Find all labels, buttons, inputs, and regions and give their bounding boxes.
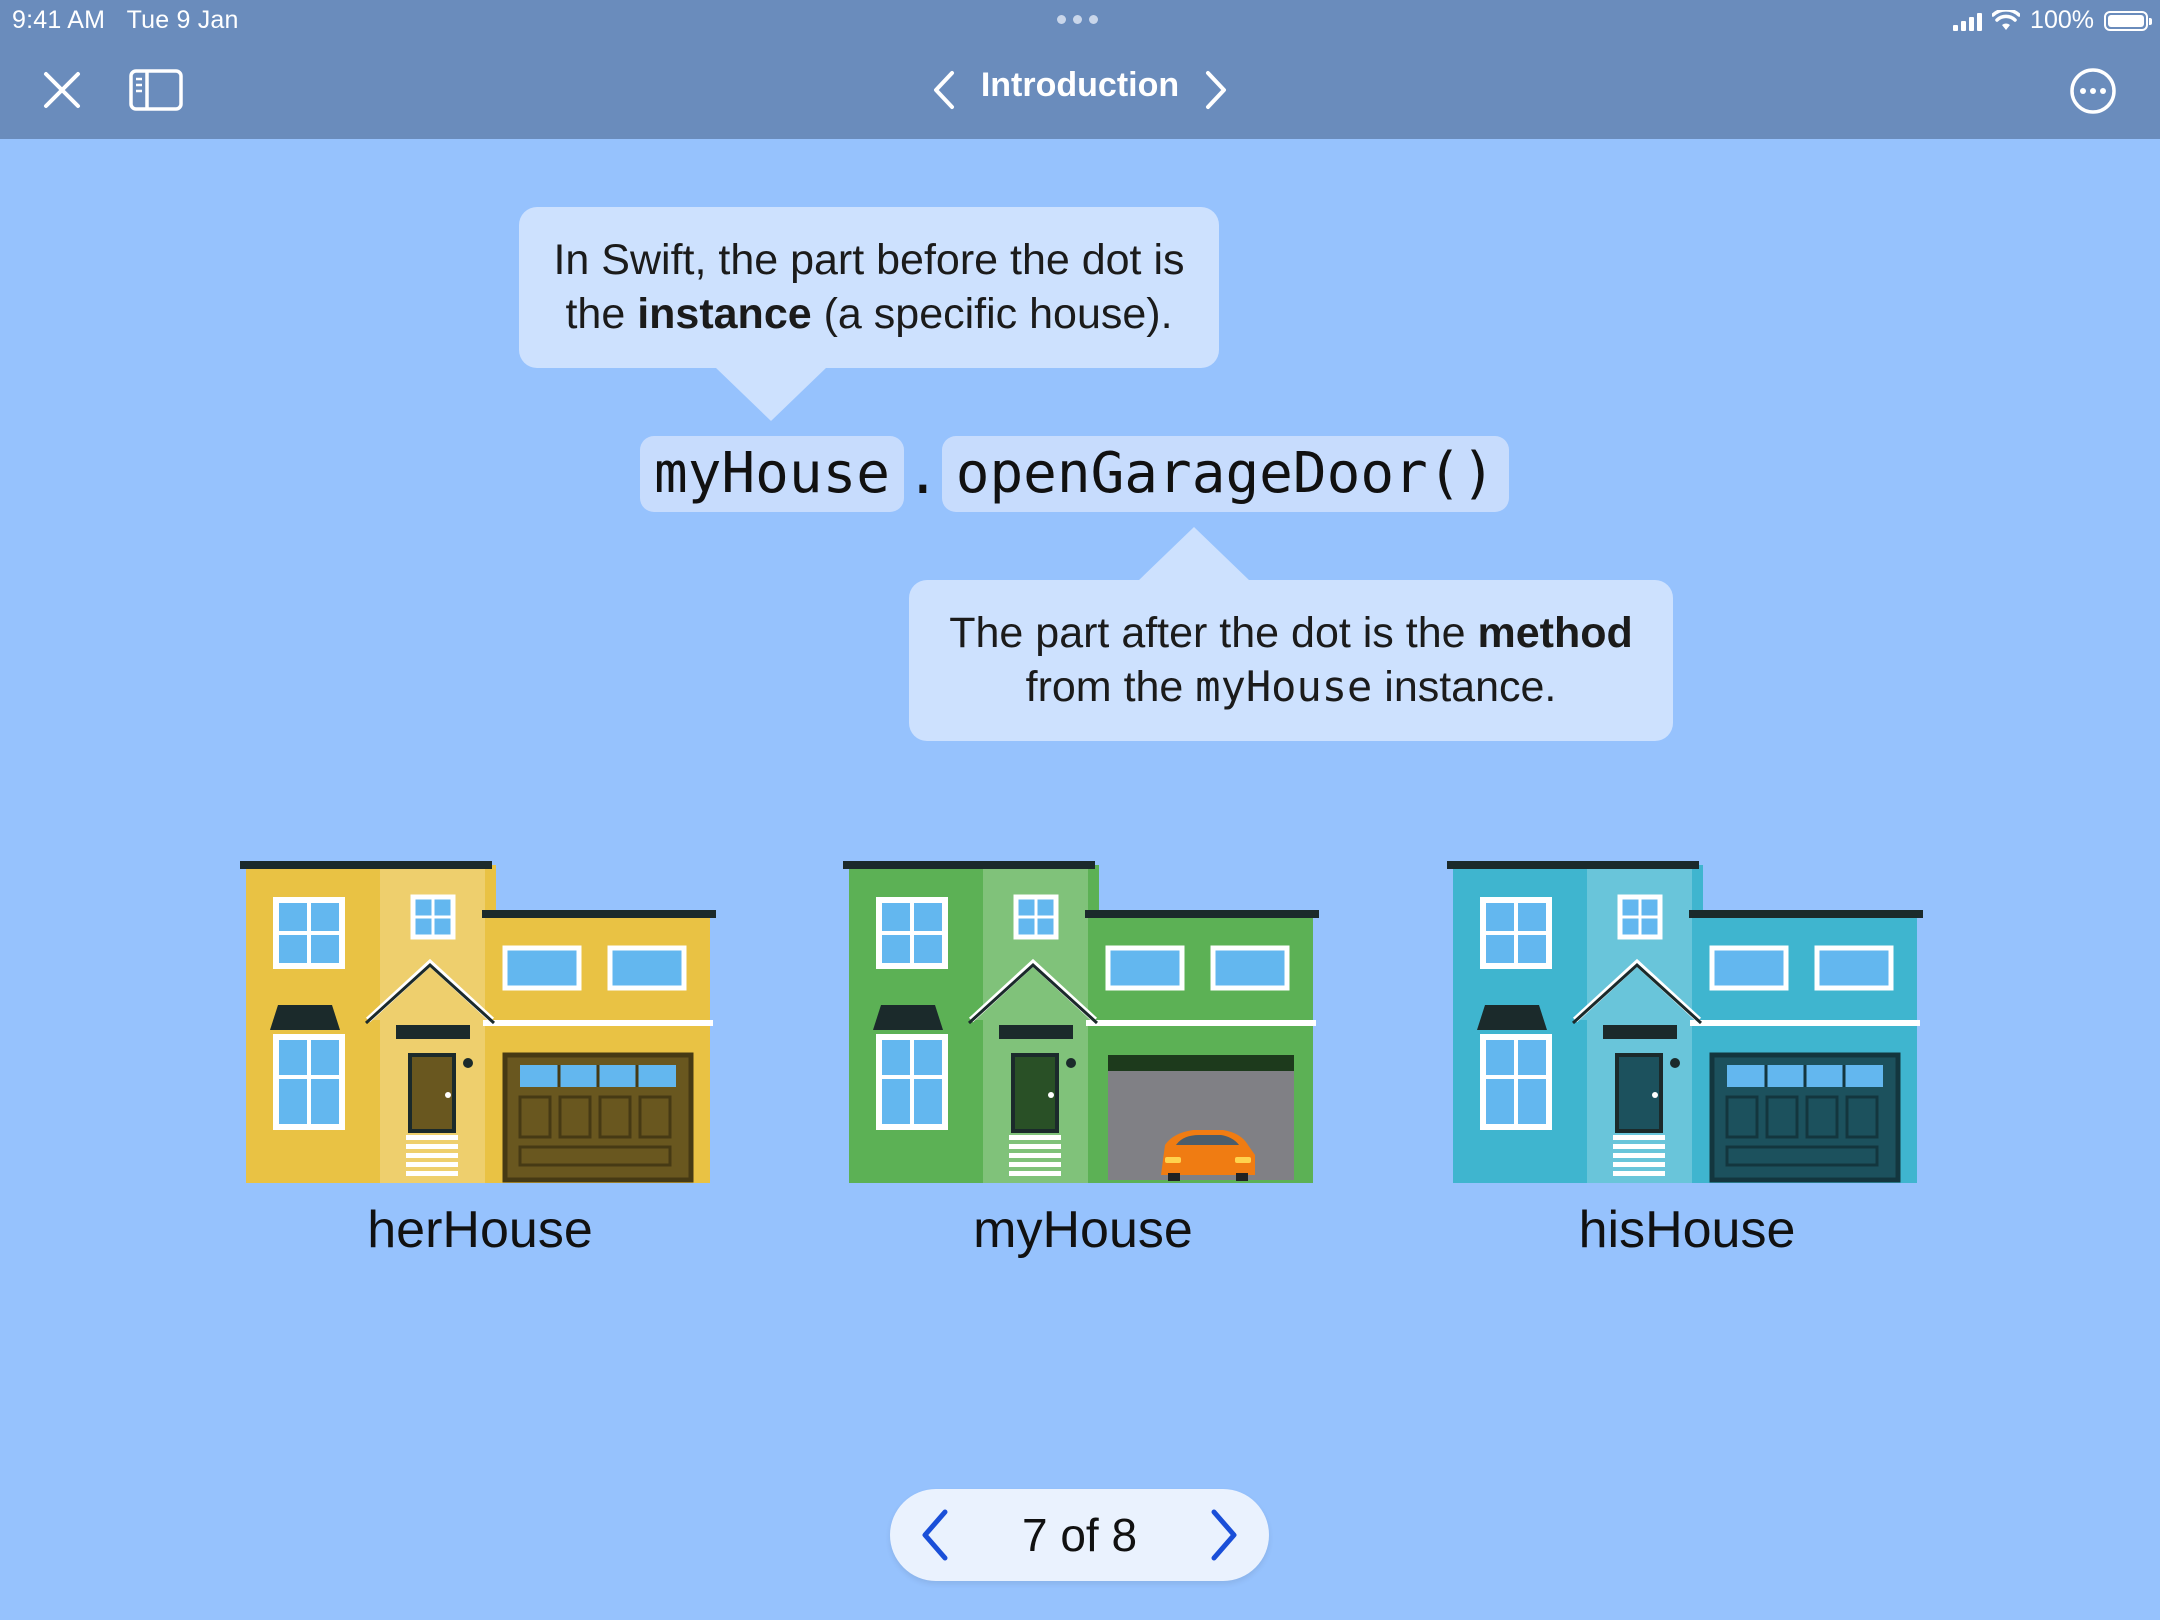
method-callout-text-end: instance. <box>1372 663 1557 711</box>
ellipsis-circle-icon <box>2070 68 2116 114</box>
method-callout-code: myHouse <box>1195 662 1373 711</box>
chevron-left-icon <box>922 1509 948 1561</box>
method-callout-line2: from the myHouse instance. <box>909 660 1673 714</box>
cellular-signal-icon <box>1953 11 1983 31</box>
house-illustration <box>240 861 716 1183</box>
status-time-date: 9:41 AM Tue 9 Jan <box>12 6 239 35</box>
code-expression: myHouse . openGarageDoor() <box>640 436 1510 512</box>
house-label: hisHouse <box>1578 1201 1796 1259</box>
code-dot: . <box>906 441 940 507</box>
method-callout-text: The part after the dot is the <box>949 609 1478 657</box>
chevron-right-icon <box>1211 1509 1237 1561</box>
page-indicator: 7 of 8 <box>890 1489 1269 1581</box>
code-instance: myHouse <box>640 436 905 512</box>
pager-previous-button[interactable] <box>890 1489 980 1581</box>
instance-callout-pointer <box>715 367 827 421</box>
method-callout: The part after the dot is the method fro… <box>909 580 1673 741</box>
status-time: 9:41 AM <box>12 6 106 34</box>
pager-next-button[interactable] <box>1179 1489 1269 1581</box>
method-keyword: method <box>1477 609 1633 657</box>
status-indicators: 100% <box>1953 6 2152 35</box>
chevron-right-icon <box>1206 71 1226 109</box>
house-illustration <box>843 861 1319 1183</box>
house-1 <box>240 855 720 1185</box>
instance-keyword: instance <box>637 290 812 338</box>
wifi-icon <box>1992 9 2021 30</box>
car-icon <box>1161 1130 1255 1181</box>
navigation-bar: 9:41 AM Tue 9 Jan 100% Introduction <box>0 0 2160 139</box>
method-callout-pointer <box>1138 527 1250 581</box>
instance-callout: In Swift, the part before the dot is the… <box>519 207 1219 368</box>
chevron-left-icon <box>934 71 954 109</box>
house-2 <box>843 855 1323 1185</box>
close-icon <box>44 72 80 108</box>
battery-icon <box>2104 10 2152 31</box>
instance-callout-text-end: (a specific house). <box>811 290 1173 338</box>
status-date: Tue 9 Jan <box>126 6 239 34</box>
page-count: 7 of 8 <box>1021 1509 1138 1561</box>
more-options-button[interactable] <box>2068 66 2118 116</box>
multitasking-grip-icon[interactable] <box>1057 15 1098 24</box>
house-label: myHouse <box>973 1201 1193 1259</box>
house-label: herHouse <box>367 1201 593 1259</box>
house-3 <box>1447 855 1927 1185</box>
battery-percent: 100% <box>2030 6 2094 34</box>
page-title: Introduction <box>980 66 1180 104</box>
nav-title-wrap: Introduction <box>0 66 2160 105</box>
previous-page-button[interactable] <box>924 68 964 112</box>
sidebar-toggle-button[interactable] <box>128 68 184 112</box>
house-illustration <box>1447 861 1923 1183</box>
code-method: openGarageDoor() <box>941 436 1510 512</box>
instance-callout-line1: In Swift, the part before the dot is <box>553 236 1185 284</box>
sidebar-icon <box>129 69 183 111</box>
method-callout-line1: The part after the dot is the method <box>909 606 1673 660</box>
method-callout-text-2: from the <box>1025 663 1196 711</box>
next-page-button[interactable] <box>1196 68 1236 112</box>
instance-callout-line2: the instance (a specific house). <box>519 287 1219 341</box>
close-button[interactable] <box>38 66 86 114</box>
instance-callout-text: the <box>565 290 638 338</box>
